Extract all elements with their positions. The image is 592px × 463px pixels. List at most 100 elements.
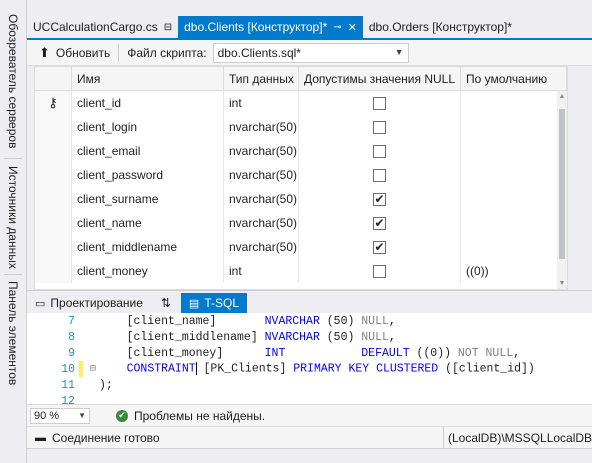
line-number: 9 xyxy=(68,346,75,360)
header-type[interactable]: Тип данных xyxy=(224,67,299,90)
swap-panes-button[interactable]: ⇅ xyxy=(151,293,181,313)
allow-nulls-cell[interactable] xyxy=(299,163,461,187)
line-number: 11 xyxy=(61,378,75,392)
table-row[interactable]: client_middlename nvarchar(50) ✔ xyxy=(35,235,567,259)
default-value-cell[interactable] xyxy=(461,115,567,139)
collapse-icon[interactable]: ⊟ xyxy=(87,363,99,375)
row-selector[interactable] xyxy=(35,187,72,211)
header-nullable[interactable]: Допустимы значения NULL xyxy=(299,67,461,90)
allow-nulls-cell[interactable]: ✔ xyxy=(299,187,461,211)
row-selector[interactable] xyxy=(35,211,72,235)
column-name-cell[interactable]: client_id xyxy=(72,91,224,115)
allow-nulls-checkbox[interactable] xyxy=(373,96,386,110)
output-panel-strip xyxy=(27,448,592,463)
tab-design[interactable]: ▭ Проектирование xyxy=(27,293,151,313)
design-label: Проектирование xyxy=(50,296,143,310)
design-icon: ▭ xyxy=(35,297,46,310)
default-value-cell[interactable] xyxy=(461,91,567,115)
default-value-cell[interactable] xyxy=(461,211,567,235)
scroll-down-icon[interactable]: ▼ xyxy=(557,280,567,287)
data-type-cell[interactable]: nvarchar(50) xyxy=(224,211,299,235)
pin-icon[interactable]: ⊟ xyxy=(164,22,172,33)
chevron-down-icon: ▼ xyxy=(78,410,86,420)
refresh-button[interactable]: ⬆ Обновить xyxy=(39,45,110,61)
pin-icon[interactable]: ⊸ xyxy=(333,22,341,33)
grid-scrollbar[interactable]: ▲ ▼ xyxy=(557,91,567,289)
toolbox-tab[interactable]: Панель элементов xyxy=(2,278,24,388)
scroll-up-icon[interactable]: ▲ xyxy=(557,93,567,100)
allow-nulls-cell[interactable] xyxy=(299,115,461,139)
code-line: 11 ); xyxy=(27,377,592,393)
allow-nulls-checkbox[interactable]: ✔ xyxy=(373,240,386,254)
table-row[interactable]: client_surname nvarchar(50) ✔ xyxy=(35,187,567,211)
data-sources-tab[interactable]: Источники данных xyxy=(2,162,24,272)
server-label: (LocalDB)\MSSQLLocalDB xyxy=(448,430,592,445)
gutter xyxy=(79,329,87,345)
allow-nulls-cell[interactable]: ✔ xyxy=(299,235,461,259)
column-name-cell[interactable]: client_email xyxy=(72,139,224,163)
scrollbar-thumb[interactable] xyxy=(559,109,565,259)
allow-nulls-cell[interactable] xyxy=(299,91,461,115)
zoom-select[interactable]: 90 % ▼ xyxy=(30,407,90,424)
column-name-cell[interactable]: client_middlename xyxy=(72,235,224,259)
default-value-cell[interactable] xyxy=(461,163,567,187)
column-name-cell[interactable]: client_money xyxy=(72,259,224,283)
grid-body: ⚷ client_id int client_login nvarchar(50) cli… xyxy=(35,91,567,283)
tab-tsql[interactable]: ▤ T-SQL xyxy=(180,293,247,313)
server-explorer-tab[interactable]: Обозреватель серверов xyxy=(2,6,24,156)
row-selector[interactable] xyxy=(35,163,72,187)
default-value-cell[interactable] xyxy=(461,187,567,211)
refresh-arrow-icon: ⬆ xyxy=(39,44,50,60)
text-caret xyxy=(195,362,197,376)
code-line: 7 [client_name] NVARCHAR (50) NULL, xyxy=(27,313,592,329)
default-value-cell[interactable]: ((0)) xyxy=(461,259,567,283)
table-row[interactable]: client_email nvarchar(50) xyxy=(35,139,567,163)
table-row[interactable]: client_money int ((0)) xyxy=(35,259,567,283)
data-type-cell[interactable]: nvarchar(50) xyxy=(224,235,299,259)
row-selector[interactable] xyxy=(35,259,72,283)
allow-nulls-checkbox[interactable]: ✔ xyxy=(373,192,386,206)
data-type-cell[interactable]: nvarchar(50) xyxy=(224,139,299,163)
allow-nulls-cell[interactable] xyxy=(299,259,461,283)
column-name-cell[interactable]: client_login xyxy=(72,115,224,139)
row-selector[interactable] xyxy=(35,235,72,259)
header-default[interactable]: По умолчанию xyxy=(461,67,567,90)
row-selector[interactable] xyxy=(35,115,72,139)
allow-nulls-checkbox[interactable] xyxy=(373,120,386,134)
table-row[interactable]: client_login nvarchar(50) xyxy=(35,115,567,139)
tab-dbo-orders[interactable]: dbo.Orders [Конструктор]* xyxy=(363,16,518,38)
data-type-cell[interactable]: nvarchar(50) xyxy=(224,187,299,211)
header-name[interactable]: Имя xyxy=(72,67,224,90)
data-type-cell[interactable]: nvarchar(50) xyxy=(224,163,299,187)
default-value-cell[interactable] xyxy=(461,139,567,163)
allow-nulls-cell[interactable]: ✔ xyxy=(299,211,461,235)
tab-uccalculationcargo[interactable]: UCCalculationCargo.cs ⊟ xyxy=(27,16,178,38)
code-text: [client_name] NVARCHAR (50) NULL, xyxy=(99,314,396,328)
allow-nulls-checkbox[interactable] xyxy=(373,264,386,278)
column-name-cell[interactable]: client_password xyxy=(72,163,224,187)
code-line: 9 [client_money] INT DEFAULT ((0)) NOT N… xyxy=(27,345,592,361)
column-name-cell[interactable]: client_name xyxy=(72,211,224,235)
code-text: ); xyxy=(99,378,113,392)
tab-label: UCCalculationCargo.cs xyxy=(33,20,158,34)
allow-nulls-cell[interactable] xyxy=(299,139,461,163)
row-selector[interactable]: ⚷ xyxy=(35,91,72,115)
table-row[interactable]: client_name nvarchar(50) ✔ xyxy=(35,211,567,235)
close-icon[interactable]: ✕ xyxy=(348,21,357,34)
table-row[interactable]: ⚷ client_id int xyxy=(35,91,567,115)
allow-nulls-checkbox[interactable] xyxy=(373,144,386,158)
line-number: 8 xyxy=(68,330,75,344)
default-value-cell[interactable] xyxy=(461,235,567,259)
server-name: (LocalDB)\MSSQLLocalDB xyxy=(443,426,592,449)
column-name-cell[interactable]: client_surname xyxy=(72,187,224,211)
data-type-cell[interactable]: nvarchar(50) xyxy=(224,115,299,139)
script-file-select[interactable]: dbo.Clients.sql* ▼ xyxy=(212,42,409,63)
row-selector[interactable] xyxy=(35,139,72,163)
allow-nulls-checkbox[interactable]: ✔ xyxy=(373,216,386,230)
data-type-cell[interactable]: int xyxy=(224,259,299,283)
table-row[interactable]: client_password nvarchar(50) xyxy=(35,163,567,187)
allow-nulls-checkbox[interactable] xyxy=(373,168,386,182)
data-type-cell[interactable]: int xyxy=(224,91,299,115)
tsql-editor[interactable]: 7 [client_name] NVARCHAR (50) NULL, 8 [c… xyxy=(27,313,592,408)
tab-dbo-clients[interactable]: dbo.Clients [Конструктор]* ⊸ ✕ xyxy=(178,16,363,38)
